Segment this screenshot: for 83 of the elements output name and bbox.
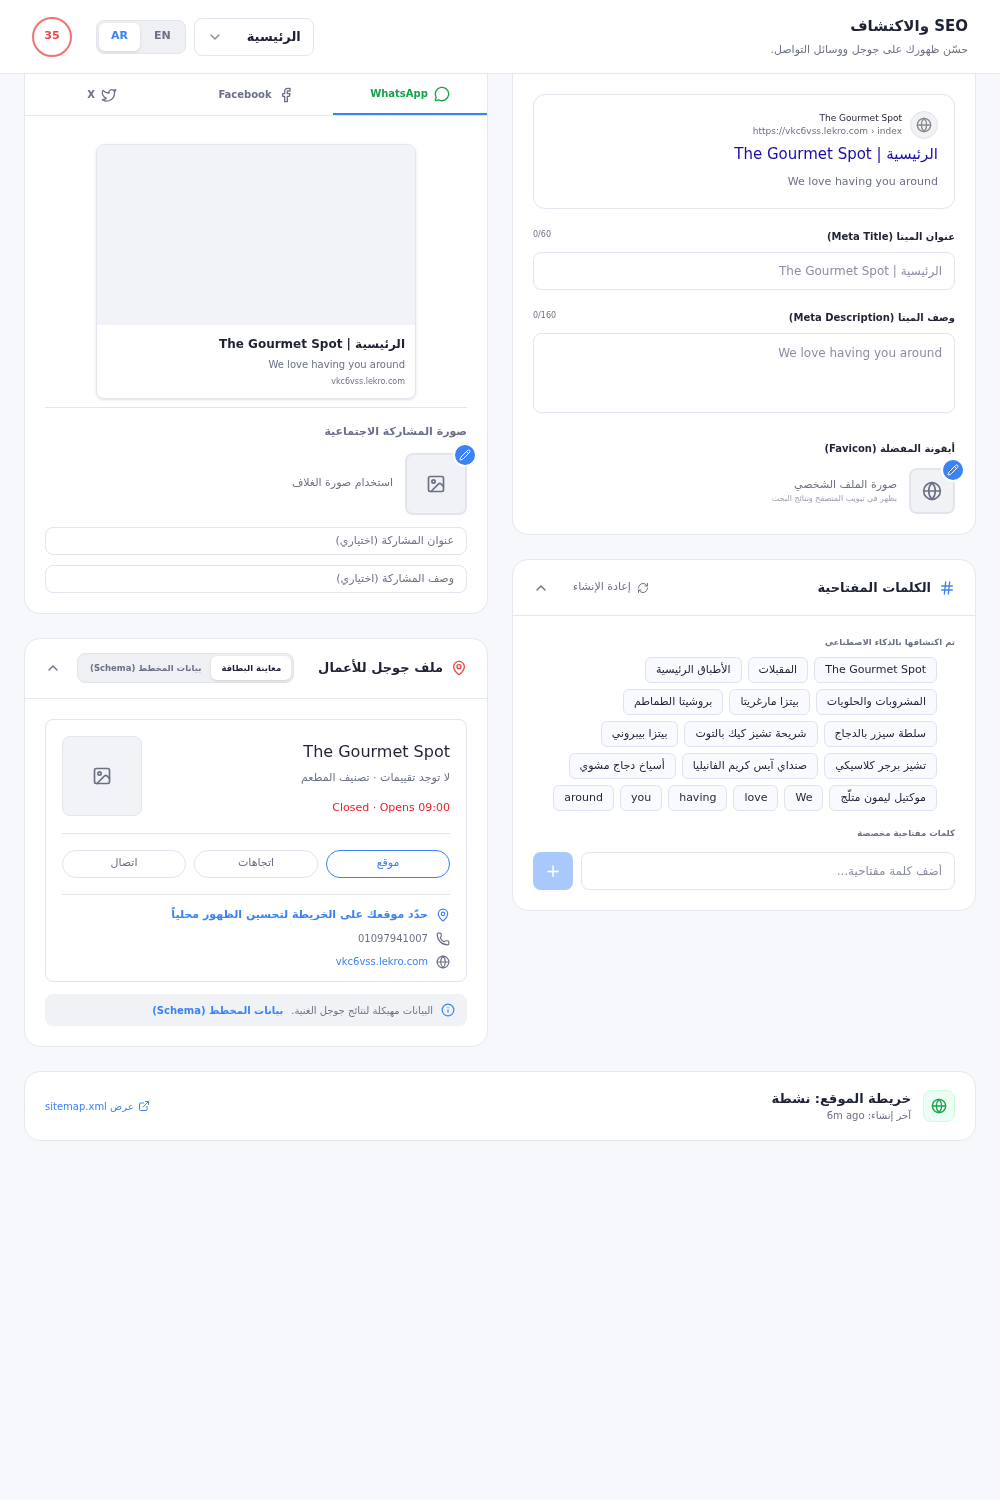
keyword-chip[interactable]: صنداي آيس كريم الفانيليا	[681, 752, 819, 779]
keyword-chip[interactable]: بيتزا بيبروني	[600, 720, 679, 747]
meta-title-field[interactable]: الرئيسية | The Gourmet Spot	[533, 252, 955, 290]
image-icon	[426, 473, 446, 494]
page-title: SEO والاكتشاف	[849, 16, 968, 37]
share-description-field[interactable]: وصف المشاركة (اختياري)	[45, 564, 467, 593]
section-title: ملف جوجل للأعمال	[318, 658, 443, 678]
score-badge: 35	[32, 16, 72, 57]
favicon-upload[interactable]	[909, 468, 955, 514]
keyword-chip[interactable]: أسياخ دجاج مشوي	[568, 752, 676, 779]
view-tab[interactable]: معاينة البطاقة	[211, 656, 292, 680]
share-title: الرئيسية | The Gourmet Spot	[218, 336, 405, 353]
sitemap-link[interactable]: عرض sitemap.xml	[45, 1098, 150, 1114]
site-name: The Gourmet Spot	[819, 111, 902, 125]
refresh-icon	[636, 581, 649, 594]
site-url: https://vkc6vss.lekro.com › index	[752, 125, 902, 138]
regenerate-button[interactable]: إعادة الإنشاء	[573, 579, 649, 596]
info-icon	[441, 1003, 455, 1017]
hash-icon	[939, 579, 955, 596]
sitemap-subtitle: آخر إنشاء: 6m ago	[825, 1108, 911, 1124]
pencil-icon	[459, 448, 471, 461]
keyword-chip[interactable]: around	[553, 784, 614, 811]
field-label: وصف الميتا (Meta Description)	[788, 311, 955, 325]
subsection-label: تم اكتشافها بالذكاء الاصطناعي	[823, 636, 955, 649]
image-upload[interactable]	[405, 452, 467, 515]
sitemap-title: خريطة الموقع: نشطة	[771, 1089, 911, 1108]
globe-icon	[922, 481, 942, 501]
char-count: 0/60	[533, 229, 551, 241]
phone-number: 01097941007	[358, 932, 428, 946]
globe-icon	[436, 954, 450, 969]
business-name: The Gourmet Spot	[302, 740, 450, 763]
image-hint: استخدام صورة الغلاف	[291, 475, 393, 492]
globe-icon	[923, 1090, 955, 1122]
keyword-chip[interactable]: The Gourmet Spot	[814, 656, 937, 683]
pencil-icon	[947, 464, 959, 476]
page-dropdown[interactable]: الرئيسية	[193, 17, 314, 56]
phone-icon	[436, 931, 450, 946]
bird-icon	[100, 86, 117, 103]
view-tab[interactable]: بيانات المخطط (Schema)	[80, 656, 212, 680]
opening-hours: Closed · Opens 09:00	[331, 800, 450, 816]
info-text: البيانات مهيكلة لنتائج جوجل الغنية.	[291, 1003, 433, 1018]
website-link[interactable]: vkc6vss.lekro.com	[335, 954, 428, 969]
social-tab[interactable]: X	[25, 74, 179, 115]
char-count: 0/160	[533, 310, 557, 322]
keyword-chip[interactable]: سلطة سيزر بالدجاج	[823, 720, 937, 747]
keyword-chip[interactable]: موكتيل ليمون متلّج	[829, 784, 937, 811]
favicon-hint: يظهر في تبويب المتصفح ونتائج البحث	[771, 493, 897, 506]
field-label: عنوان الميتا (Meta Title)	[826, 230, 955, 244]
language-option[interactable]: AR	[99, 22, 140, 51]
field-label: أيقونة المفضلة (Favicon)	[823, 441, 955, 456]
social-tab[interactable]: Facebook	[179, 74, 333, 115]
section-title: الكلمات المفتاحية	[817, 578, 931, 597]
preview-title[interactable]: الرئيسية | The Gourmet Spot	[734, 143, 938, 166]
external-link-icon	[137, 1100, 150, 1112]
image-icon	[92, 765, 112, 786]
share-domain: vkc6vss.lekro.com	[330, 376, 405, 388]
map-link[interactable]: حدّد موقعك على الخريطة لتحسين الظهور محلياً	[171, 906, 428, 923]
meta-description-field[interactable]: We love having you around	[533, 333, 955, 413]
keyword-chip[interactable]: شريحة تشيز كيك بالتوت	[684, 720, 818, 747]
favicon-title: صورة الملف الشخصي	[793, 476, 897, 493]
preview-description: We love having you around	[787, 173, 938, 190]
map-pin-icon	[451, 660, 467, 676]
keyword-chip[interactable]: الأطباق الرئيسية	[644, 656, 742, 683]
keyword-chip[interactable]: بيتزا مارغريتا	[729, 688, 810, 715]
globe-icon	[910, 111, 938, 139]
share-description: We love having you around	[267, 358, 405, 372]
business-meta: لا توجد تقييمات · تصنيف المطعم	[301, 769, 450, 786]
keyword-chip[interactable]: having	[668, 784, 728, 811]
keyword-chip[interactable]: تشيز برجر كلاسيكي	[824, 752, 937, 779]
keyword-chip[interactable]: المشروبات والحلويات	[815, 688, 937, 715]
map-pin-icon	[436, 907, 450, 922]
language-option[interactable]: EN	[142, 22, 183, 51]
chat-bubble-icon	[433, 85, 450, 102]
keyword-chip[interactable]: you	[619, 784, 663, 811]
share-title-field[interactable]: عنوان المشاركة (اختياري)	[45, 526, 467, 555]
keyword-chip[interactable]: المقبلات	[747, 656, 809, 683]
keyword-chip[interactable]: بروشيتا الطماطم	[623, 688, 724, 715]
page-subtitle: حسّن ظهورك على جوجل ووسائل التواصل.	[770, 41, 968, 58]
subsection-label: كلمات مفتاحية مخصصة	[856, 826, 955, 840]
keyword-chip[interactable]: We	[784, 784, 824, 811]
field-label: صورة المشاركة الاجتماعية	[323, 424, 467, 440]
keyword-chip[interactable]: love	[733, 784, 779, 811]
edit-button[interactable]	[941, 458, 965, 482]
